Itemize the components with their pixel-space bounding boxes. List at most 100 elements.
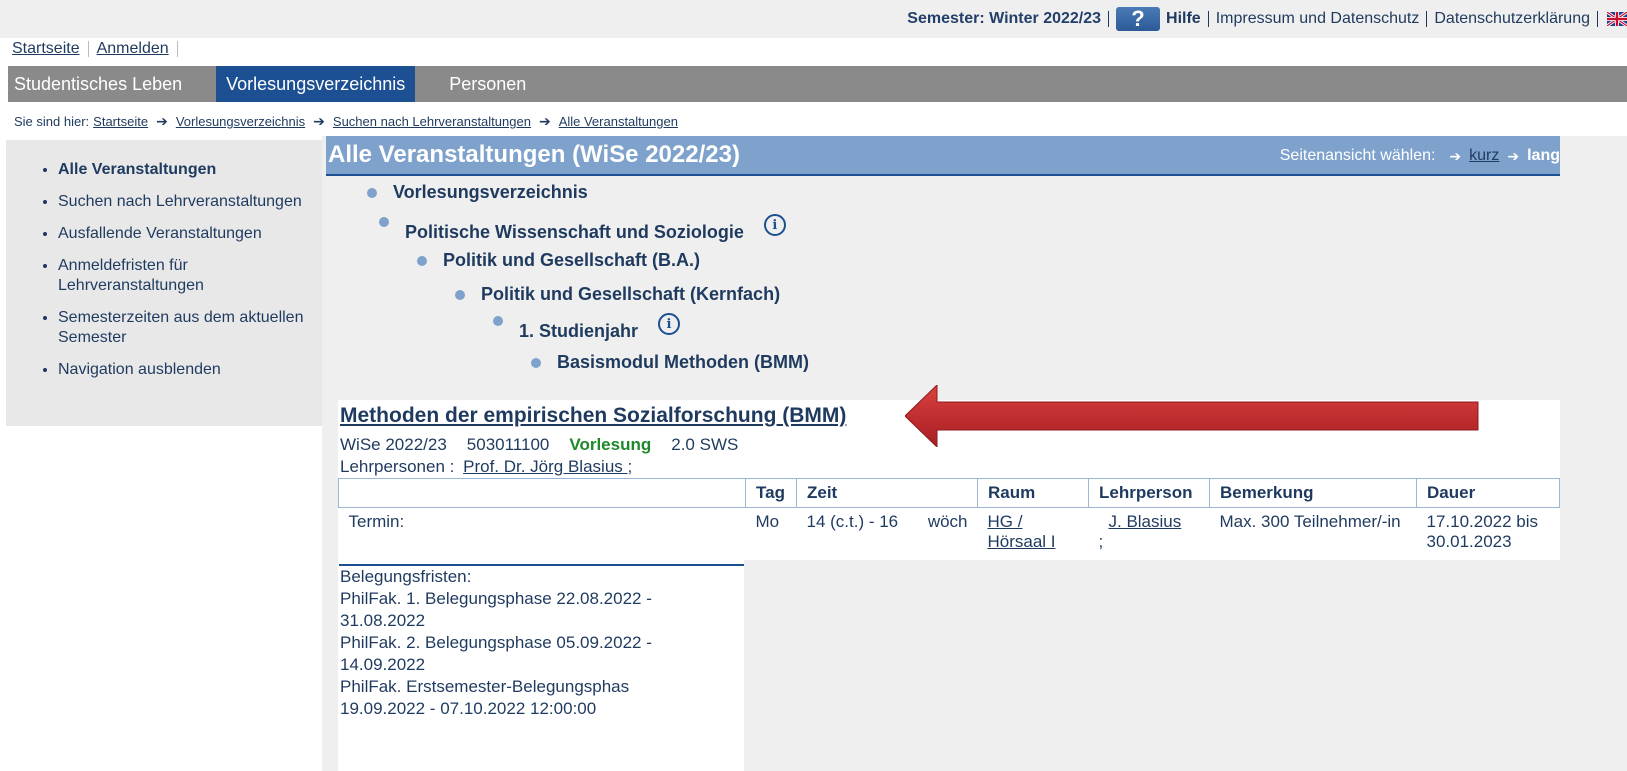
course-type: Vorlesung [569, 435, 652, 454]
arrow-right-icon: ➔ [313, 113, 325, 129]
lecturers-label: Lehrpersonen : [340, 457, 455, 476]
schedule-table: Tag Zeit Raum Lehrperson Bemerkung Dauer… [338, 478, 1560, 566]
zeit-value: 14 (c.t.) - 16 [806, 512, 899, 531]
tree-item-label[interactable]: Politik und Gesellschaft (B.A.) [443, 250, 700, 271]
divider [87, 41, 89, 57]
bemerkung-cell: Max. 300 Teilnehmer/-in [1209, 507, 1417, 565]
breadcrumb-item[interactable]: Startseite [93, 114, 148, 129]
tree-item-label[interactable]: Politik und Gesellschaft (Kernfach) [481, 284, 780, 305]
course-number: 503011100 [466, 435, 550, 454]
arrow-right-icon: ➔ [538, 113, 551, 129]
tree-item[interactable]: Vorlesungsverzeichnis [367, 182, 588, 203]
tag-cell: Mo [745, 507, 797, 565]
sidebar-item-navigation-ausblenden[interactable]: Navigation ausblenden [58, 360, 322, 380]
breadcrumb: Sie sind hier: Startseite ➔ Vorlesungsve… [14, 113, 678, 130]
top-bar: Semester: Winter 2022/23 ? Hilfe Impress… [0, 0, 1627, 38]
breadcrumb-item[interactable]: Vorlesungsverzeichnis [176, 114, 305, 129]
divider [1426, 11, 1428, 27]
home-link[interactable]: Startseite [12, 40, 80, 58]
termin-cell: Termin: [338, 507, 746, 566]
lecturer-link[interactable]: Prof. Dr. Jörg Blasius [463, 457, 627, 476]
impressum-link[interactable]: Impressum und Datenschutz [1216, 10, 1420, 28]
tree-item-label[interactable]: 1. Studienjahr [519, 321, 638, 342]
header-raum: Raum [977, 478, 1089, 508]
course-title-link[interactable]: Methoden der empirischen Sozialforschung… [340, 404, 846, 428]
bullet-icon [367, 187, 377, 198]
belegung-line: PhilFak. 1. Belegungsphase 22.08.2022 - [340, 589, 652, 608]
login-link[interactable]: Anmelden [97, 40, 169, 58]
tab-studentisches-leben[interactable]: Studentisches Leben [8, 66, 192, 102]
sidebar-item-suchen[interactable]: Suchen nach Lehrveranstaltungen [58, 192, 322, 212]
page-title: Alle Veranstaltungen (WiSe 2022/23) [328, 141, 740, 168]
room-link[interactable]: HG / Hörsaal I [988, 512, 1056, 551]
tree-item[interactable]: Politik und Gesellschaft (Kernfach) [455, 284, 780, 305]
header-cell [338, 478, 746, 508]
privacy-link[interactable]: Datenschutzerklärung [1434, 10, 1590, 28]
view-selector: Seitenansicht wählen: ➔ kurz ➔ lang [1280, 147, 1560, 165]
lecturer-link[interactable]: J. Blasius [1109, 512, 1182, 531]
belegungsfristen: Belegungsfristen: PhilFak. 1. Belegungsp… [340, 566, 652, 720]
info-icon[interactable]: i [763, 214, 786, 236]
lehrperson-cell: J. Blasius ; [1088, 507, 1210, 565]
tree-item[interactable]: Politik und Gesellschaft (B.A.) [417, 250, 700, 271]
dauer-cell: 17.10.2022 bis 30.01.2023 [1416, 507, 1560, 565]
course-card: Methoden der empirischen Sozialforschung… [338, 400, 1560, 771]
sidebar-item-alle-veranstaltungen[interactable]: Alle Veranstaltungen [58, 160, 322, 180]
top-links: Startseite Anmelden [12, 40, 186, 58]
course-semester: WiSe 2022/23 [340, 435, 447, 454]
top-right-links: Semester: Winter 2022/23 ? Hilfe Impress… [907, 6, 1627, 31]
semester-label: Semester: Winter 2022/23 [907, 10, 1102, 27]
tree-item[interactable]: 1. Studienjahr i [493, 313, 681, 341]
lecturer-separator: ; [1098, 532, 1104, 551]
belegung-background [744, 560, 1560, 771]
bullet-icon [417, 255, 427, 266]
bullet-icon [379, 217, 389, 227]
belegung-line: PhilFak. 2. Belegungsphase 05.09.2022 - [340, 633, 652, 652]
uk-flag-icon[interactable] [1607, 12, 1627, 26]
view-label: Seitenansicht wählen: [1279, 147, 1436, 164]
tree-item-label[interactable]: Vorlesungsverzeichnis [393, 182, 588, 203]
table-header-row: Tag Zeit Raum Lehrperson Bemerkung Dauer [338, 478, 1560, 508]
red-annotation-arrow [905, 385, 1479, 447]
belegung-line: PhilFak. Erstsemester-Belegungsphas [340, 677, 630, 696]
divider [1108, 11, 1110, 27]
belegung-line: 31.08.2022 [340, 611, 426, 630]
divider [1597, 11, 1598, 27]
arrow-right-icon: ➔ [1507, 147, 1520, 164]
divider [1207, 11, 1209, 27]
zeit-cell: 14 (c.t.) - 16 wöch [796, 507, 978, 565]
sidebar-item-anmeldefristen[interactable]: Anmeldefristen für Lehrveranstaltungen [58, 256, 322, 296]
tab-personen[interactable]: Personen [439, 66, 536, 102]
help-icon[interactable]: ? [1116, 6, 1161, 31]
belegung-line: 14.09.2022 [340, 655, 426, 674]
main-nav: Studentisches Leben Vorlesungsverzeichni… [8, 66, 1627, 102]
info-icon[interactable]: i [658, 313, 681, 335]
belegung-line: Belegungsfristen: [340, 567, 472, 586]
sidebar-item-ausfallende[interactable]: Ausfallende Veranstaltungen [58, 224, 322, 244]
course-lecturers: Lehrpersonen : Prof. Dr. Jörg Blasius ; [340, 457, 632, 477]
header-zeit: Zeit [796, 478, 978, 508]
arrow-right-icon: ➔ [156, 113, 168, 129]
header-bemerkung: Bemerkung [1209, 478, 1417, 508]
tree-item[interactable]: Basismodul Methoden (BMM) [531, 352, 809, 373]
tree-item-label[interactable]: Basismodul Methoden (BMM) [557, 352, 809, 373]
bullet-icon [455, 289, 465, 300]
breadcrumb-item[interactable]: Alle Veranstaltungen [559, 114, 678, 129]
sidebar-item-semesterzeiten[interactable]: Semesterzeiten aus dem aktuellen Semeste… [58, 308, 322, 348]
help-link[interactable]: Hilfe [1166, 10, 1201, 28]
breadcrumb-item[interactable]: Suchen nach Lehrveranstaltungen [333, 114, 531, 129]
sidebar-list: Alle Veranstaltungen Suchen nach Lehrver… [6, 160, 322, 380]
tree-item-label[interactable]: Politische Wissenschaft und Soziologie [405, 222, 744, 243]
content-header: Alle Veranstaltungen (WiSe 2022/23) Seit… [326, 136, 1560, 176]
divider [176, 41, 178, 57]
arrow-right-icon: ➔ [1449, 147, 1462, 164]
belegung-line: 19.09.2022 - 07.10.2022 12:00:00 [340, 699, 597, 718]
tree-item[interactable]: Politische Wissenschaft und Soziologie i [379, 214, 786, 242]
view-short-link[interactable]: kurz [1469, 147, 1499, 165]
sidebar: Alle Veranstaltungen Suchen nach Lehrver… [6, 140, 322, 426]
raum-cell: HG / Hörsaal I [977, 507, 1089, 565]
bullet-icon [493, 316, 503, 326]
header-lehrperson: Lehrperson [1088, 478, 1210, 508]
tab-vorlesungsverzeichnis[interactable]: Vorlesungsverzeichnis [216, 66, 416, 102]
table-row: Termin: Mo 14 (c.t.) - 16 wöch HG / Hörs… [338, 507, 1560, 566]
